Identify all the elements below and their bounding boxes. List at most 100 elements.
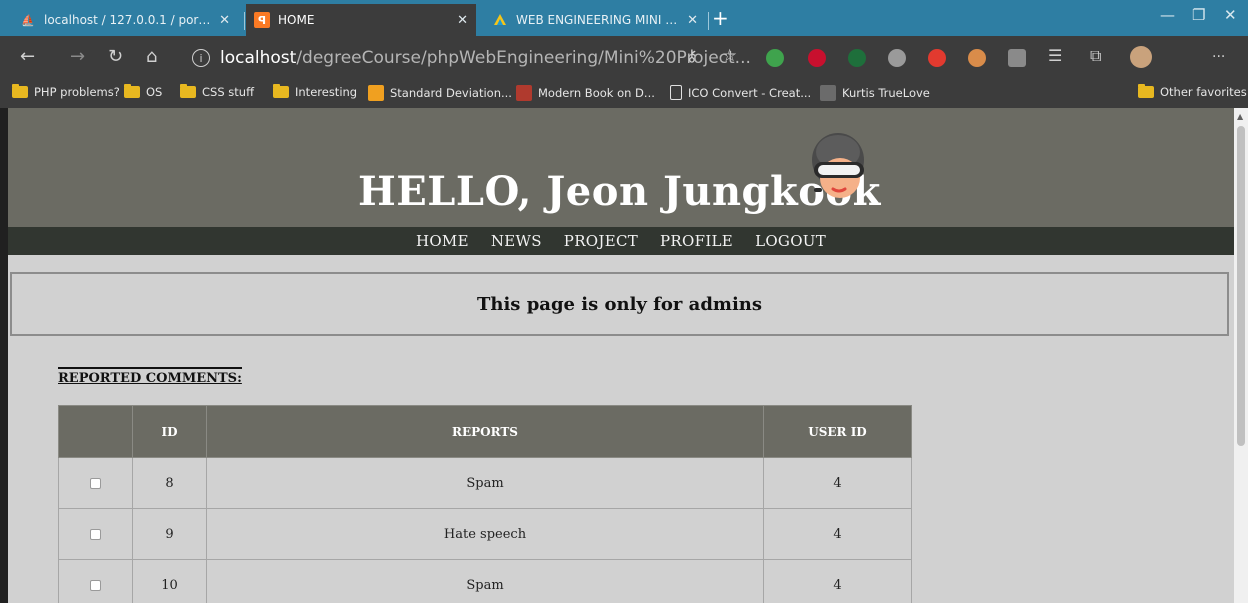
vscode-icon [492,12,508,28]
column-header-id: ID [132,405,207,458]
select-cell [58,559,133,603]
main-nav: HOME NEWS PROJECT PROFILE LOGOUT [8,227,1234,255]
favorite-star-icon[interactable]: ☆ [722,46,737,66]
admin-notice-text: This page is only for admins [476,293,763,315]
scroll-up-icon[interactable]: ▲ [1237,112,1243,121]
bookmark-kurtis-truelove[interactable]: Kurtis TrueLove [820,85,930,101]
bookmark-php-problems[interactable]: PHP problems? [12,84,120,99]
nav-home[interactable]: HOME [416,232,469,250]
section-title: REPORTED COMMENTS: [58,367,242,386]
page-viewport: HELLO, Jeon Jungkook HOME NEWS PROJECT P… [8,108,1234,603]
extension-icon[interactable] [848,49,866,67]
close-icon[interactable]: ✕ [457,13,468,28]
bookmark-standard-deviation[interactable]: Standard Deviation... [368,85,512,101]
nav-project[interactable]: PROJECT [564,232,638,250]
bookmark-label: PHP problems? [34,85,120,99]
row-checkbox[interactable] [90,528,101,540]
refresh-icon[interactable]: ↻ [108,46,123,67]
table-row: 9 Hate speech 4 [58,508,912,560]
extension-icon[interactable] [888,49,906,67]
bookmark-label: ICO Convert - Creat... [688,85,812,100]
bookmark-label: Kurtis TrueLove [842,86,930,100]
row-checkbox[interactable] [90,579,101,591]
page-scrollbar[interactable]: ▲ [1234,108,1248,603]
bookmark-label: CSS stuff [202,85,254,99]
folder-icon [180,84,196,98]
site-icon [820,85,836,101]
minimize-icon[interactable]: — [1160,6,1175,24]
user-id-cell: 4 [763,559,912,603]
favorites-list-icon[interactable]: ☰ [1048,46,1062,65]
column-header-reports: REPORTS [206,405,764,458]
close-icon[interactable]: ✕ [219,13,230,28]
pilot-avatar-icon [812,133,864,198]
phpmyadmin-icon: ⛵ [21,13,35,27]
site-icon [516,85,532,101]
bookmark-ico-convert[interactable]: ICO Convert - Creat... [670,85,811,100]
bookmark-css-stuff[interactable]: CSS stuff [180,84,254,99]
info-icon[interactable]: i [192,49,210,67]
extension-icon[interactable] [928,49,946,67]
back-icon[interactable]: ← [20,46,35,67]
id-cell: 9 [132,508,207,560]
folder-icon [273,84,289,98]
bookmark-interesting[interactable]: Interesting [273,84,358,99]
new-tab-button[interactable]: + [712,8,729,28]
tab-web-engineering[interactable]: WEB ENGINEERING MINI PROJEC ✕ [484,4,706,36]
bookmark-modern-book[interactable]: Modern Book on D... [516,85,655,101]
tab-separator [708,12,709,30]
nav-logout[interactable]: LOGOUT [755,232,826,250]
xampp-icon: ꟼ [254,12,270,28]
tab-bar: ⛵ localhost / 127.0.0.1 / portfoliow ✕ ꟼ… [0,0,1248,36]
site-icon [368,85,384,101]
collections-icon[interactable]: ⧉ [1090,46,1101,66]
tab-separator [244,12,245,30]
row-checkbox[interactable] [90,477,101,489]
admin-notice: This page is only for admins [10,272,1229,336]
id-cell: 10 [132,559,207,603]
tab-title: HOME [278,13,315,27]
table-row: 8 Spam 4 [58,457,912,509]
bookmark-other-favorites[interactable]: Other favorites [1138,84,1247,99]
profile-avatar[interactable] [1130,46,1152,68]
greeting-title: HELLO, Jeon Jungkook [358,168,881,215]
tab-home[interactable]: ꟼ HOME ✕ [246,4,476,36]
user-id-cell: 4 [763,508,912,560]
home-icon[interactable]: ⌂ [146,46,157,67]
page-header: HELLO, Jeon Jungkook [8,108,1234,227]
bookmark-label: OS [146,85,163,99]
extension-icon[interactable] [766,49,784,67]
bookmark-label: Other favorites [1160,85,1247,99]
key-icon[interactable]: ⚷ [686,46,698,65]
url-field[interactable]: i localhost /degreeCourse/phpWebEngineer… [192,44,762,72]
tab-title: localhost / 127.0.0.1 / portfoliow [44,13,211,27]
forward-icon[interactable]: → [70,46,85,67]
folder-icon [124,84,140,98]
report-cell: Spam [206,559,764,603]
restore-icon[interactable]: ❐ [1192,6,1205,24]
more-icon[interactable]: ··· [1212,49,1225,65]
user-id-cell: 4 [763,457,912,509]
address-bar-row: ← → ↻ ⌂ i localhost /degreeCourse/phpWeb… [0,36,1248,80]
url-path: /degreeCourse/phpWebEngineering/Mini%20P… [296,48,751,68]
tab-phpmyadmin[interactable]: ⛵ localhost / 127.0.0.1 / portfoliow ✕ [12,4,238,36]
scrollbar-thumb[interactable] [1237,126,1245,446]
close-window-icon[interactable]: ✕ [1224,6,1237,24]
bookmarks-bar: PHP problems? OS CSS stuff Interesting S… [0,80,1248,108]
folder-icon [12,84,28,98]
table-row: 10 Spam 4 [58,559,912,603]
nav-news[interactable]: NEWS [491,232,542,250]
select-cell [58,457,133,509]
nav-profile[interactable]: PROFILE [660,232,733,250]
reported-comments-table: ID REPORTS USER ID 8 Spam 4 9 Hate speec… [58,405,912,603]
extension-icon[interactable] [1008,49,1026,67]
extension-icon[interactable] [968,49,986,67]
column-header-select [58,405,133,458]
url-host: localhost [220,48,297,68]
bookmark-label: Interesting [295,85,358,99]
bookmark-os[interactable]: OS [124,84,163,99]
ublock-icon[interactable] [808,49,826,67]
report-cell: Spam [206,457,764,509]
table-header-row: ID REPORTS USER ID [58,405,912,458]
close-icon[interactable]: ✕ [687,13,698,28]
